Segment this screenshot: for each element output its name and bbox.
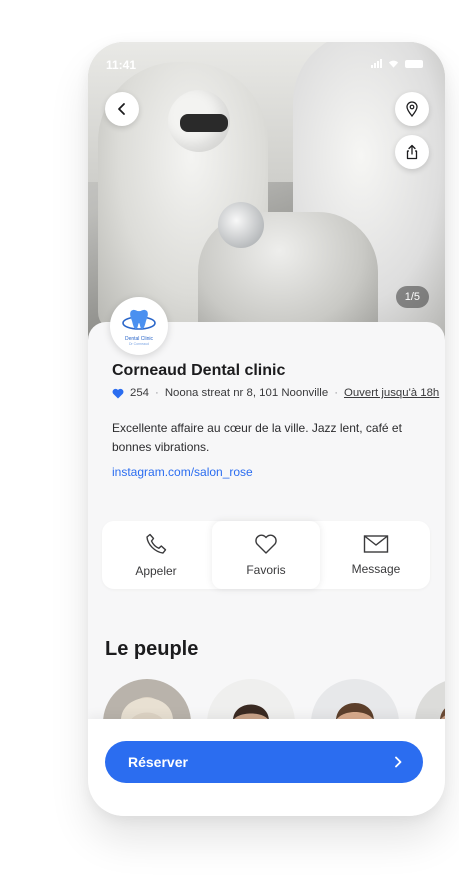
signal-icon [371, 59, 382, 68]
meta-separator: · [334, 387, 338, 399]
heart-outline-icon [255, 534, 277, 554]
clinic-description: Excellente affaire au cœur de la ville. … [112, 421, 402, 454]
dentist-goggles [180, 114, 228, 132]
favorites-button[interactable]: Favoris [212, 521, 320, 589]
map-pin-icon [406, 101, 418, 117]
message-label: Message [351, 562, 401, 576]
bottom-bar: Réserver [88, 719, 445, 816]
people-carousel[interactable] [103, 679, 445, 767]
battery-icon [405, 59, 423, 68]
clinic-meta: 254 · Noona streat nr 8, 101 Noonville ·… [112, 387, 439, 399]
likes-count: 254 [130, 387, 150, 399]
phone-frame: 11:41 1/5 Dental Clinic Dr Corneaud Corn… [88, 42, 445, 816]
clinic-logo: Dental Clinic Dr Corneaud [110, 297, 168, 355]
logo-subtext: Dr Corneaud [128, 341, 150, 346]
wifi-icon [388, 60, 399, 68]
share-button[interactable] [395, 135, 429, 169]
phone-icon [146, 533, 167, 554]
back-arrow-icon [118, 103, 125, 115]
status-time: 11:41 [106, 58, 137, 72]
clinic-name: Corneaud Dental clinic [112, 362, 286, 379]
reserve-button[interactable]: Réserver [105, 741, 423, 783]
call-button[interactable]: Appeler [102, 521, 210, 589]
chevron-right-icon [395, 756, 402, 768]
share-icon [406, 144, 418, 160]
mail-icon [363, 535, 389, 553]
action-bar: Appeler Favoris Message [102, 521, 430, 589]
tooth-logo-icon [122, 309, 156, 330]
people-section-title: Le peuple [105, 638, 199, 660]
status-icons [371, 59, 423, 68]
call-label: Appeler [135, 564, 177, 578]
patient-head [218, 202, 264, 248]
meta-separator: · [155, 387, 159, 399]
favorites-label: Favoris [246, 563, 286, 577]
heart-icon [112, 388, 124, 398]
status-bar: 11:41 [88, 56, 445, 74]
instagram-link[interactable]: instagram.com/salon_rose [112, 465, 253, 479]
clinic-address: Noona streat nr 8, 101 Noonville [164, 387, 329, 399]
back-button[interactable] [105, 92, 139, 126]
map-button[interactable] [395, 92, 429, 126]
message-button[interactable]: Message [322, 521, 430, 589]
opening-hours-link[interactable]: Ouvert jusqu'à 18h [344, 387, 439, 399]
photo-counter: 1/5 [395, 286, 429, 308]
reserve-label: Réserver [128, 754, 188, 770]
